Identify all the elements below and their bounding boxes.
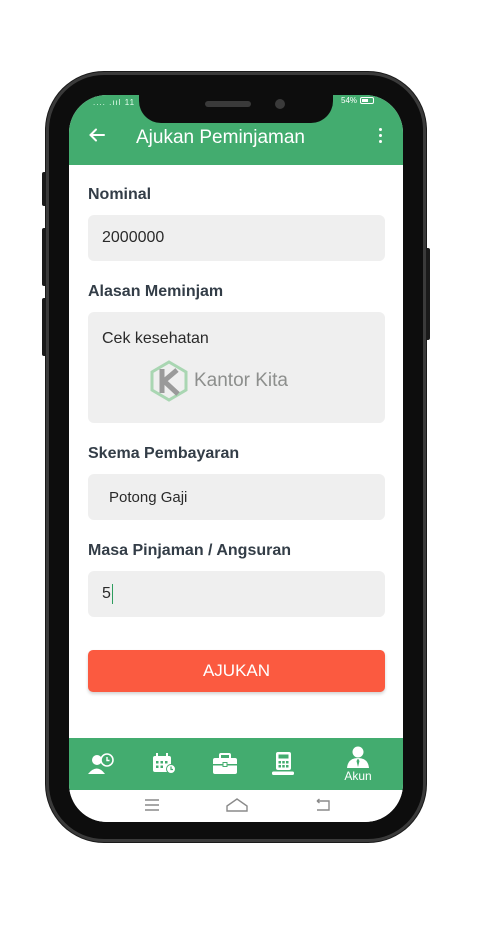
ajukan-button[interactable]: AJUKAN xyxy=(88,650,385,692)
back-arrow-icon[interactable] xyxy=(87,125,107,145)
battery-percent: 54% xyxy=(341,96,358,105)
home-icon[interactable] xyxy=(225,797,249,818)
account-icon xyxy=(347,746,369,768)
skema-label: Skema Pembayaran xyxy=(88,445,240,462)
calculator-money-icon xyxy=(272,752,294,775)
nav-item-payroll[interactable] xyxy=(266,738,302,790)
masa-label: Masa Pinjaman / Angsuran xyxy=(88,542,292,559)
masa-input[interactable]: 5 xyxy=(88,571,385,617)
watermark-text: Kantor Kita xyxy=(194,370,288,391)
recent-apps-icon[interactable] xyxy=(143,797,161,818)
text-cursor xyxy=(111,584,114,604)
nominal-input[interactable]: 2000000 xyxy=(88,215,385,261)
briefcase-icon xyxy=(213,753,237,774)
screen: .... .ııl 11 54% Ajukan Peminjaman Nomin… xyxy=(69,95,403,822)
alasan-label: Alasan Meminjam xyxy=(88,283,224,300)
nav-item-calendar[interactable] xyxy=(146,738,182,790)
nav-item-akun[interactable]: Akun xyxy=(335,738,381,790)
watermark: Kantor Kita xyxy=(150,360,288,402)
user-clock-icon xyxy=(88,753,114,774)
phone-notch xyxy=(139,95,333,123)
masa-value: 5 xyxy=(102,585,111,602)
skema-dropdown[interactable]: Potong Gaji xyxy=(88,474,385,520)
bottom-nav: Akun xyxy=(69,738,403,790)
page-title: Ajukan Peminjaman xyxy=(136,127,305,148)
nav-item-loan[interactable] xyxy=(207,738,243,790)
kantor-kita-logo-icon xyxy=(150,360,188,402)
front-camera xyxy=(275,99,285,109)
more-options-icon[interactable] xyxy=(376,128,384,146)
nav-item-attendance[interactable] xyxy=(83,738,119,790)
system-nav-bar xyxy=(69,790,403,822)
back-nav-icon[interactable] xyxy=(314,797,332,818)
nominal-label: Nominal xyxy=(88,186,152,203)
speaker-grille xyxy=(205,101,251,107)
calendar-icon xyxy=(153,753,176,774)
nav-label-akun: Akun xyxy=(344,768,372,783)
battery-icon xyxy=(360,97,375,104)
battery-indicator: 54% xyxy=(341,96,375,105)
signal-indicator: .... .ııl 11 xyxy=(93,98,136,107)
